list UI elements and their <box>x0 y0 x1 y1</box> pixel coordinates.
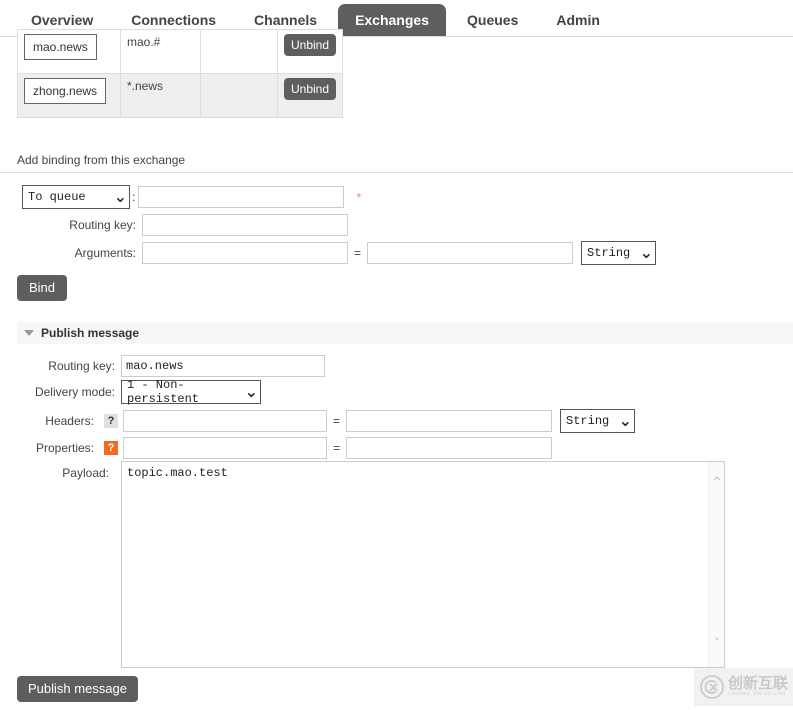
publish-routing-key-input[interactable] <box>121 355 325 377</box>
publish-routing-key-label: Routing key: <box>0 359 121 373</box>
headers-label: Headers: <box>0 414 100 428</box>
nav-tab-admin[interactable]: Admin <box>539 4 617 37</box>
routing-key-label: Routing key: <box>22 218 142 232</box>
payload-label: Payload: <box>0 466 115 480</box>
property-equals-sign: = <box>327 441 346 455</box>
publish-routing-key-row: Routing key: <box>0 355 325 377</box>
publish-headers-row: Headers: ? = String ⌄ <box>0 409 635 433</box>
bindings-table: mao.news mao.# Unbind zhong.news *.news <box>17 29 343 118</box>
binding-arguments-cell <box>201 30 278 74</box>
argument-equals-sign: = <box>348 246 367 260</box>
queue-link[interactable]: zhong.news <box>24 78 106 104</box>
property-value-input[interactable] <box>346 437 552 459</box>
watermark: 创新互联 CHUANG XIN HU LIAN <box>694 668 793 706</box>
collapse-triangle-icon[interactable] <box>24 330 34 336</box>
routing-key-text: mao.# <box>127 34 194 49</box>
page-root: Overview Connections Channels Exchanges … <box>0 0 793 710</box>
headers-help-icon[interactable]: ? <box>104 414 118 428</box>
header-key-input[interactable] <box>123 410 327 432</box>
destination-input[interactable] <box>138 186 344 208</box>
argument-type-value: String <box>587 246 630 260</box>
delivery-mode-select[interactable]: 1 - Non-persistent ⌄ <box>121 380 261 404</box>
publish-properties-row: Properties: ? = <box>0 437 552 459</box>
add-binding-routing-key-row: Routing key: <box>22 214 352 236</box>
destination-type-select[interactable]: To queue ⌄ <box>22 185 130 209</box>
argument-key-input[interactable] <box>142 242 348 264</box>
nav-tab-exchanges[interactable]: Exchanges <box>338 4 446 37</box>
header-type-select[interactable]: String ⌄ <box>560 409 635 433</box>
header-equals-sign: = <box>327 414 346 428</box>
property-key-input[interactable] <box>123 437 327 459</box>
routing-key-input[interactable] <box>142 214 348 236</box>
argument-value-input[interactable] <box>367 242 573 264</box>
chevron-down-icon: ⌄ <box>619 416 632 426</box>
scroll-down-icon[interactable]: ˅ <box>709 637 725 649</box>
chevron-down-icon: ⌄ <box>114 192 127 202</box>
queue-link[interactable]: mao.news <box>24 34 97 60</box>
properties-label: Properties: <box>0 441 100 455</box>
add-binding-arguments-row: Arguments: = String ⌄ <box>22 241 656 265</box>
binding-routing-key-cell: mao.# <box>121 30 201 74</box>
publish-message-section-header: Publish message <box>17 322 793 344</box>
table-row: mao.news mao.# Unbind <box>18 30 343 74</box>
routing-key-text: *.news <box>127 78 194 93</box>
binding-action-cell: Unbind <box>278 30 343 74</box>
table-row: zhong.news *.news Unbind <box>18 74 343 118</box>
header-value-input[interactable] <box>346 410 552 432</box>
binding-arguments-cell <box>201 74 278 118</box>
required-asterisk: * <box>356 190 361 205</box>
watermark-brand-cn: 创新互联 <box>728 676 788 691</box>
watermark-text: 创新互联 CHUANG XIN HU LIAN <box>728 676 788 698</box>
add-binding-divider <box>0 172 793 173</box>
payload-textarea[interactable]: topic.mao.test ^ ˅ <box>121 461 725 668</box>
chevron-down-icon: ⌄ <box>245 387 258 397</box>
chevron-down-icon: ⌄ <box>640 248 653 258</box>
payload-scrollbar[interactable]: ^ ˅ <box>708 462 724 667</box>
unbind-button[interactable]: Unbind <box>284 34 336 56</box>
publish-delivery-mode-row: Delivery mode: 1 - Non-persistent ⌄ <box>0 380 261 404</box>
delivery-mode-value: 1 - Non-persistent <box>127 378 238 406</box>
brand-logo-icon <box>699 674 725 700</box>
properties-help-icon[interactable]: ? <box>104 441 118 455</box>
watermark-brand-pinyin: CHUANG XIN HU LIAN <box>728 693 788 698</box>
argument-type-select[interactable]: String ⌄ <box>581 241 656 265</box>
add-binding-heading: Add binding from this exchange <box>17 153 185 167</box>
header-type-value: String <box>566 414 609 428</box>
scroll-up-icon[interactable]: ^ <box>709 476 725 488</box>
publish-message-title: Publish message <box>41 326 139 340</box>
nav-tab-queues[interactable]: Queues <box>450 4 535 37</box>
destination-colon: : <box>130 190 138 204</box>
destination-type-value: To queue <box>28 190 86 204</box>
unbind-button[interactable]: Unbind <box>284 78 336 100</box>
binding-routing-key-cell: *.news <box>121 74 201 118</box>
publish-message-button[interactable]: Publish message <box>17 676 138 702</box>
add-binding-destination-row: To queue ⌄ : * <box>22 185 361 209</box>
arguments-label: Arguments: <box>22 246 142 260</box>
payload-text: topic.mao.test <box>127 466 228 480</box>
binding-destination-cell: zhong.news <box>18 74 121 118</box>
bind-button[interactable]: Bind <box>17 275 67 301</box>
binding-destination-cell: mao.news <box>18 30 121 74</box>
binding-action-cell: Unbind <box>278 74 343 118</box>
delivery-mode-label: Delivery mode: <box>0 385 121 399</box>
